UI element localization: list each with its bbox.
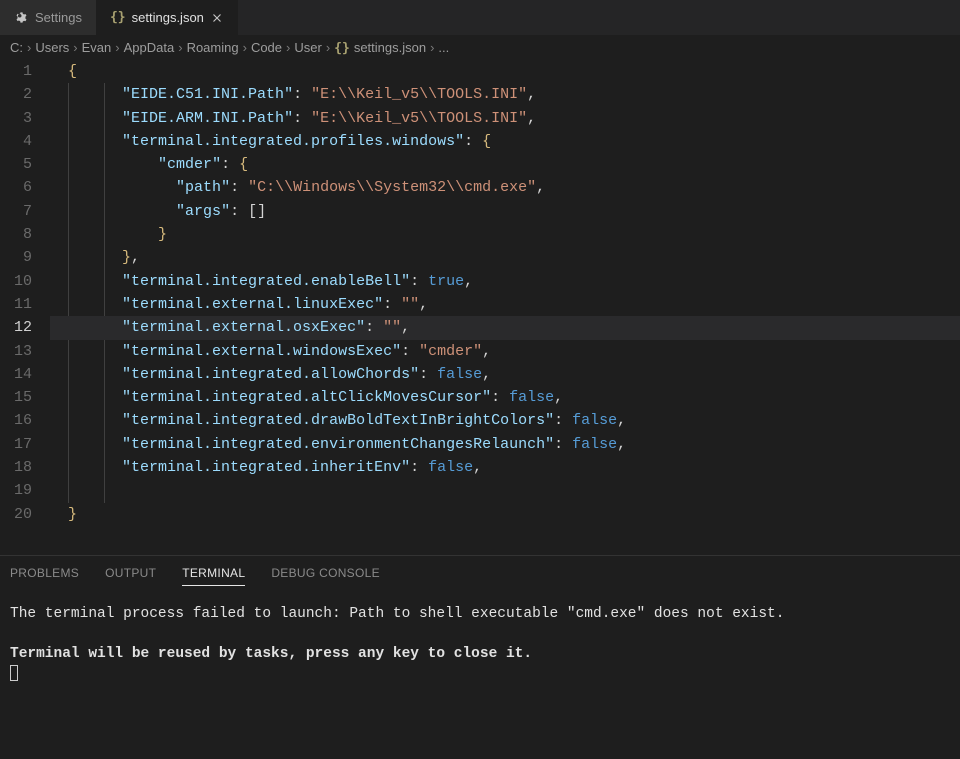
braces-icon: {}: [110, 10, 126, 25]
panel-tabs: PROBLEMS OUTPUT TERMINAL DEBUG CONSOLE: [0, 556, 960, 592]
code-line: "EIDE.C51.INI.Path": "E:\\Keil_v5\\TOOLS…: [50, 83, 960, 106]
bottom-panel: PROBLEMS OUTPUT TERMINAL DEBUG CONSOLE T…: [0, 555, 960, 759]
line-gutter: 12345 678910 1112131415 1617181920: [0, 60, 50, 555]
tab-settings[interactable]: Settings: [0, 0, 96, 35]
tab-settings-json[interactable]: {} settings.json: [96, 0, 238, 35]
chevron-right-icon: ›: [178, 40, 182, 55]
code-line: "terminal.integrated.environmentChangesR…: [50, 433, 960, 456]
panel-tab-debug[interactable]: DEBUG CONSOLE: [271, 566, 380, 586]
chevron-right-icon: ›: [430, 40, 434, 55]
terminal-cursor: [10, 665, 18, 681]
code-line: }: [50, 503, 960, 526]
code-line: "EIDE.ARM.INI.Path": "E:\\Keil_v5\\TOOLS…: [50, 107, 960, 130]
code-line: "terminal.integrated.inheritEnv": false,: [50, 456, 960, 479]
chevron-right-icon: ›: [326, 40, 330, 55]
code-line: {: [50, 60, 960, 83]
crumb[interactable]: AppData: [124, 40, 175, 55]
code-line: "terminal.integrated.drawBoldTextInBrigh…: [50, 409, 960, 432]
gear-icon: [14, 10, 29, 25]
crumb[interactable]: Code: [251, 40, 282, 55]
code-line: "args": []: [50, 200, 960, 223]
code-editor[interactable]: 12345 678910 1112131415 1617181920 { "EI…: [0, 60, 960, 555]
terminal-line: The terminal process failed to launch: P…: [10, 604, 950, 624]
crumb-file-label: settings.json: [354, 40, 426, 55]
tab-label: settings.json: [132, 10, 204, 25]
chevron-right-icon: ›: [286, 40, 290, 55]
panel-tab-terminal[interactable]: TERMINAL: [182, 566, 245, 586]
crumb[interactable]: C:: [10, 40, 23, 55]
code-line: "terminal.integrated.enableBell": true,: [50, 270, 960, 293]
code-area[interactable]: { "EIDE.C51.INI.Path": "E:\\Keil_v5\\TOO…: [50, 60, 960, 555]
braces-icon: {}: [334, 41, 350, 56]
code-line: "terminal.external.linuxExec": "",: [50, 293, 960, 316]
code-line: "path": "C:\\Windows\\System32\\cmd.exe"…: [50, 176, 960, 199]
panel-tab-output[interactable]: OUTPUT: [105, 566, 156, 586]
code-line: [50, 479, 960, 502]
crumb[interactable]: Evan: [82, 40, 112, 55]
tab-bar: Settings {} settings.json: [0, 0, 960, 35]
code-line: "terminal.integrated.allowChords": false…: [50, 363, 960, 386]
panel-tab-problems[interactable]: PROBLEMS: [10, 566, 79, 586]
chevron-right-icon: ›: [115, 40, 119, 55]
chevron-right-icon: ›: [27, 40, 31, 55]
code-line: }: [50, 223, 960, 246]
crumb-overflow[interactable]: ...: [438, 40, 449, 55]
tab-label: Settings: [35, 10, 82, 25]
crumb[interactable]: Roaming: [187, 40, 239, 55]
close-icon[interactable]: [210, 11, 224, 25]
terminal-line: Terminal will be reused by tasks, press …: [10, 644, 950, 664]
chevron-right-icon: ›: [73, 40, 77, 55]
code-line: "terminal.external.osxExec": "",: [50, 316, 960, 339]
code-line: "terminal.external.windowsExec": "cmder"…: [50, 340, 960, 363]
chevron-right-icon: ›: [243, 40, 247, 55]
code-line: },: [50, 246, 960, 269]
code-line: "terminal.integrated.profiles.windows": …: [50, 130, 960, 153]
terminal-output[interactable]: The terminal process failed to launch: P…: [0, 592, 960, 684]
code-line: "cmder": {: [50, 153, 960, 176]
crumb[interactable]: Users: [35, 40, 69, 55]
code-line: "terminal.integrated.altClickMovesCursor…: [50, 386, 960, 409]
crumb[interactable]: User: [294, 40, 321, 55]
crumb-file[interactable]: {} settings.json: [334, 40, 426, 56]
breadcrumb[interactable]: C:› Users› Evan› AppData› Roaming› Code›…: [0, 35, 960, 60]
